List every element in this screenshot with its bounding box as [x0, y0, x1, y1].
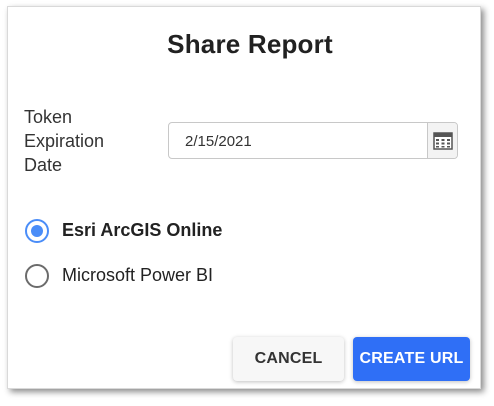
token-expiration-label: Token Expiration Date [24, 107, 105, 175]
calendar-button[interactable] [427, 123, 457, 158]
cancel-button[interactable]: CANCEL [233, 337, 344, 381]
option-label[interactable]: Microsoft Power BI [62, 265, 213, 286]
option-label[interactable]: Esri ArcGIS Online [62, 220, 222, 241]
date-value[interactable]: 2/15/2021 [185, 133, 252, 150]
create-url-button[interactable]: CREATE URL [353, 337, 470, 381]
radio-selected[interactable] [25, 219, 49, 243]
token-expiration-date-input[interactable]: 2/15/2021 [168, 122, 458, 159]
calendar-icon [433, 132, 453, 150]
share-report-dialog: Share Report Token Expiration Date 2/15/… [7, 6, 481, 389]
dialog-title: Share Report [167, 29, 333, 59]
radio-unselected[interactable] [25, 264, 49, 288]
